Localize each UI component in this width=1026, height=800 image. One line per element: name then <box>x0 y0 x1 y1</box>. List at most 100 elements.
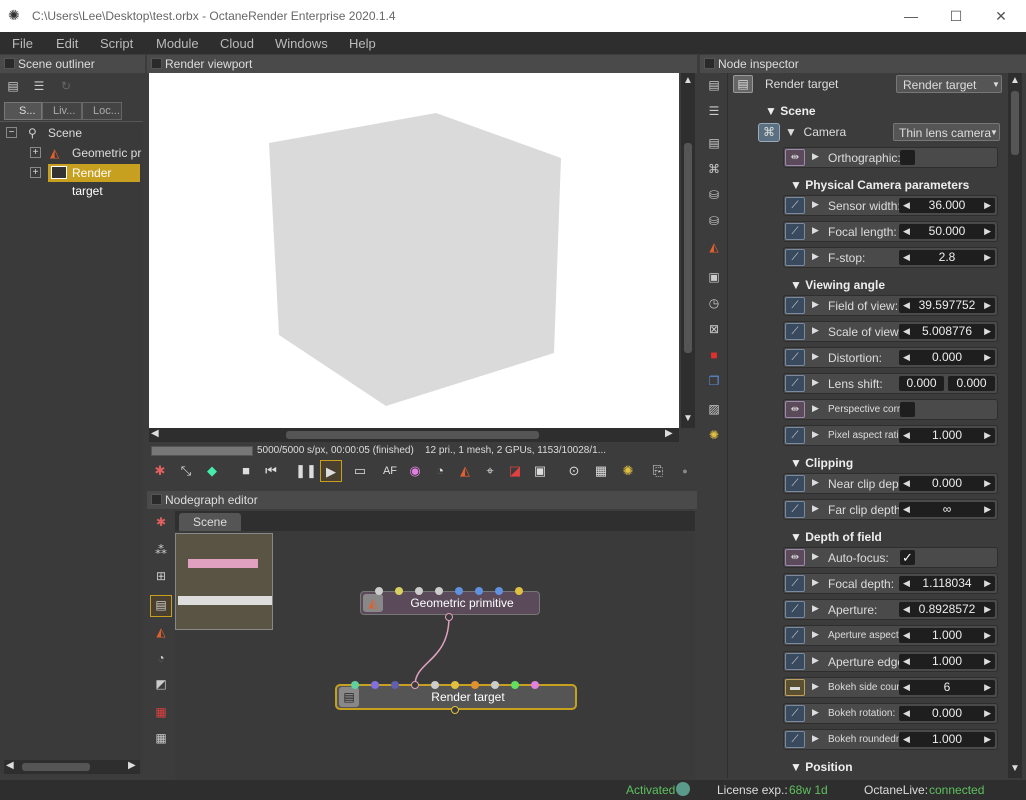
section-scene[interactable]: ▼ Scene <box>765 104 816 118</box>
increment-icon[interactable]: ▶ <box>984 602 991 617</box>
menu-module[interactable]: Module <box>156 36 199 51</box>
bokeh-count-field[interactable]: ◀ 6 ▶ <box>899 680 995 695</box>
lens-shift-x-field[interactable]: 0.000 <box>899 376 944 391</box>
expand-arrow-icon[interactable]: ▶ <box>812 325 819 336</box>
section-clipping[interactable]: ▼ Clipping <box>790 456 853 470</box>
increment-icon[interactable]: ▶ <box>984 502 991 517</box>
collapse-icon[interactable]: ☰ <box>30 77 48 95</box>
expand-arrow-icon[interactable]: ▶ <box>812 351 819 362</box>
increment-icon[interactable]: ▶ <box>984 250 991 265</box>
input-pin[interactable] <box>515 587 523 595</box>
input-pin[interactable] <box>451 681 459 689</box>
decrement-icon[interactable]: ◀ <box>903 680 910 695</box>
input-pin[interactable] <box>475 587 483 595</box>
camera-icon[interactable]: ⌘ <box>705 160 723 178</box>
object-picker-2-icon[interactable]: ◭ <box>454 460 476 482</box>
input-pin[interactable] <box>495 587 503 595</box>
tree-item-render-target[interactable]: + Render target <box>4 164 142 198</box>
input-pin[interactable] <box>435 587 443 595</box>
panel-toggle-icon[interactable] <box>4 58 15 69</box>
animation-icon[interactable]: ◷ <box>705 294 723 312</box>
pixel-aspect-field[interactable]: ◀ 1.000 ▶ <box>899 428 995 443</box>
imager-icon[interactable]: ▨ <box>705 400 723 418</box>
panel-toggle-icon[interactable] <box>151 494 162 505</box>
increment-icon[interactable]: ▶ <box>984 350 991 365</box>
input-pin[interactable] <box>395 587 403 595</box>
expand-arrow-icon[interactable]: ▶ <box>812 603 819 614</box>
gizmo-icon[interactable]: ✺ <box>617 460 639 482</box>
visible-env-icon[interactable]: ⛁ <box>705 212 723 230</box>
decrement-icon[interactable]: ◀ <box>903 350 910 365</box>
expand-arrow-icon[interactable]: ▶ <box>812 629 819 640</box>
film-region-icon[interactable]: ▣ <box>529 460 551 482</box>
increment-icon[interactable]: ▶ <box>984 476 991 491</box>
menu-file[interactable]: File <box>12 36 33 51</box>
input-pin[interactable] <box>431 681 439 689</box>
tab-live[interactable]: Liv... <box>42 102 82 120</box>
expand-arrow-icon[interactable]: ▶ <box>812 655 819 666</box>
tree-item-scene[interactable]: − ⚲ Scene <box>4 124 142 142</box>
increment-icon[interactable]: ▶ <box>984 732 991 747</box>
viewport-vscrollbar[interactable]: ▲ ▼ <box>681 73 695 428</box>
scroll-right-icon[interactable]: ▶ <box>665 428 673 439</box>
far-clip-field[interactable]: ◀ ∞ ▶ <box>899 502 995 517</box>
expand-arrow-icon[interactable]: ▶ <box>812 477 819 488</box>
scroll-left-icon[interactable]: ◀ <box>151 428 159 439</box>
increment-icon[interactable]: ▶ <box>984 224 991 239</box>
increment-icon[interactable]: ▶ <box>984 198 991 213</box>
aperture-field[interactable]: ◀ 0.8928572 ▶ <box>899 602 995 617</box>
grid-node-icon[interactable]: ▦ <box>152 729 170 747</box>
kernel-icon[interactable]: ⊠ <box>705 320 723 338</box>
realtime-icon[interactable]: ▭ <box>349 460 371 482</box>
output-pin[interactable] <box>445 613 453 621</box>
decrement-icon[interactable]: ◀ <box>903 298 910 313</box>
near-clip-field[interactable]: ◀ 0.000 ▶ <box>899 476 995 491</box>
camera-label[interactable]: ▼ Camera <box>785 125 846 139</box>
tab-local[interactable]: Loc... <box>82 102 122 120</box>
camera-reset-icon[interactable]: ✱ <box>149 460 171 482</box>
bokeh-rotation-field[interactable]: ◀ 0.000 ▶ <box>899 706 995 721</box>
fstop-field[interactable]: ◀ 2.8 ▶ <box>899 250 995 265</box>
increment-icon[interactable]: ▶ <box>984 654 991 669</box>
expand-arrow-icon[interactable]: ▶ <box>812 403 819 414</box>
environment-icon[interactable]: ⛁ <box>705 186 723 204</box>
decrement-icon[interactable]: ◀ <box>903 324 910 339</box>
geometry-icon[interactable]: ◭ <box>705 238 723 256</box>
settings-dot-icon[interactable]: ● <box>674 460 696 482</box>
nodegraph-canvas[interactable]: Scene ◭ Geometric primitive ▤ Render tar… <box>175 511 695 780</box>
af-icon[interactable]: AF <box>379 460 401 482</box>
scroll-up-icon[interactable]: ▲ <box>1010 75 1020 86</box>
expand-toggle-icon[interactable]: + <box>30 147 41 158</box>
menu-script[interactable]: Script <box>100 36 133 51</box>
increment-icon[interactable]: ▶ <box>984 576 991 591</box>
expand-arrow-icon[interactable]: ▶ <box>812 707 819 718</box>
decrement-icon[interactable]: ◀ <box>903 628 910 643</box>
decrement-icon[interactable]: ◀ <box>903 576 910 591</box>
input-pin[interactable] <box>351 681 359 689</box>
expand-arrow-icon[interactable]: ▶ <box>812 681 819 692</box>
recenter-icon[interactable]: ⤡ <box>175 460 197 482</box>
decrement-icon[interactable]: ◀ <box>903 224 910 239</box>
increment-icon[interactable]: ▶ <box>984 680 991 695</box>
postprocess-icon[interactable]: ✺ <box>705 426 723 444</box>
render-target-icon[interactable]: ▤ <box>705 134 723 152</box>
increment-icon[interactable]: ▶ <box>984 428 991 443</box>
expand-toggle-icon[interactable]: + <box>30 167 41 178</box>
increment-icon[interactable]: ▶ <box>984 324 991 339</box>
aperture-aspect-field[interactable]: ◀ 1.000 ▶ <box>899 628 995 643</box>
input-pin[interactable] <box>471 681 479 689</box>
increment-icon[interactable]: ▶ <box>984 298 991 313</box>
expand-arrow-icon[interactable]: ▶ <box>812 299 819 310</box>
globe-icon[interactable] <box>676 782 690 796</box>
decrement-icon[interactable]: ◀ <box>903 654 910 669</box>
collapse-icon[interactable]: ☰ <box>705 102 723 120</box>
film-settings-icon[interactable]: ▣ <box>705 268 723 286</box>
minimize-button[interactable]: — <box>901 6 921 26</box>
increment-icon[interactable]: ▶ <box>984 706 991 721</box>
restart-icon[interactable]: ⏮ <box>260 460 282 482</box>
render-target-dropdown[interactable]: Render target ▼ <box>896 75 1002 93</box>
decrement-icon[interactable]: ◀ <box>903 706 910 721</box>
section-position[interactable]: ▼ Position <box>790 760 853 774</box>
input-pin[interactable] <box>391 681 399 689</box>
decrement-icon[interactable]: ◀ <box>903 502 910 517</box>
